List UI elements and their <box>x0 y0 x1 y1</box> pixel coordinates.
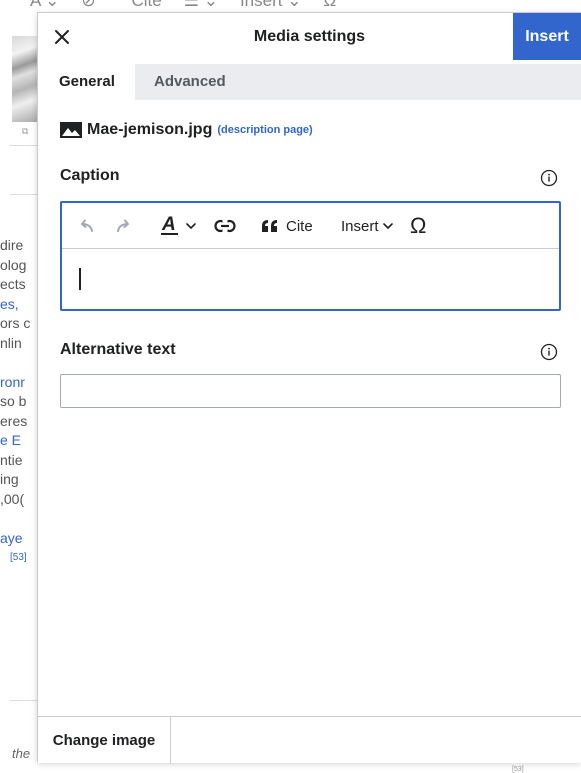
article-text-line <box>0 353 40 373</box>
text-style-button[interactable]: A <box>160 203 197 249</box>
chevron-down-icon <box>382 223 393 230</box>
divider <box>10 145 40 146</box>
article-text-line[interactable]: es, <box>0 295 40 315</box>
background-editor-toolbar: A ⌄ ⊘ ❝ Cite ☰ ⌄ Insert ⌄ Ω <box>0 0 581 12</box>
image-icon <box>60 122 82 138</box>
article-text-fragment: the <box>12 746 31 761</box>
caption-input[interactable] <box>62 250 559 309</box>
close-icon <box>55 30 69 44</box>
caption-editor: A Cite Insert Ω <box>60 201 561 311</box>
article-text-line: olog <box>0 256 27 273</box>
close-button[interactable] <box>48 23 76 51</box>
tab-bar: General Advanced <box>43 64 581 100</box>
background-toolbar-item: Ω <box>323 0 337 10</box>
tab-general[interactable]: General <box>43 64 135 100</box>
article-text-line[interactable]: e E <box>0 431 40 451</box>
link-button[interactable] <box>214 203 236 249</box>
special-character-button[interactable]: Ω <box>410 203 426 249</box>
article-text-line <box>0 509 40 529</box>
background-toolbar-item: ⊘ <box>81 0 96 10</box>
article-text-line[interactable]: ronr <box>0 373 40 393</box>
caption-label: Caption <box>60 167 120 184</box>
omega-icon: Ω <box>410 213 427 238</box>
alt-text-label: Alternative text <box>60 341 176 358</box>
article-text-fragment: dire olog ects es, ors c nlin ronr so b eres e En… <box>0 236 40 568</box>
dialog-footer: Change image <box>38 716 581 764</box>
article-text-line: eres <box>0 412 28 429</box>
svg-text:A: A <box>161 215 176 235</box>
article-text-line: ects <box>0 276 26 292</box>
link-icon <box>214 219 236 233</box>
undo-button[interactable] <box>76 203 96 249</box>
file-info: Mae-jemison.jpg (description page) <box>60 121 313 139</box>
file-name: Mae-jemison.jpg <box>87 121 213 138</box>
tab-advanced[interactable]: Advanced <box>138 64 242 100</box>
undo-icon <box>81 219 93 232</box>
insert-menu-button[interactable]: Insert <box>341 203 394 249</box>
article-image-thumbnail[interactable] <box>12 36 38 122</box>
cite-button[interactable]: Cite <box>261 203 313 249</box>
text-style-icon: A <box>161 215 178 235</box>
article-text-line: dire <box>0 237 24 253</box>
text-cursor <box>79 268 81 290</box>
dialog-title: Media settings <box>253 28 366 45</box>
background-toolbar-item: ☰ ⌄ <box>183 0 218 10</box>
background-toolbar-item: A ⌄ <box>30 0 60 10</box>
enlarge-icon[interactable]: ⧉ <box>22 126 28 137</box>
chevron-down-icon <box>186 223 196 230</box>
article-text-line[interactable]: aye <box>0 529 40 549</box>
article-text-line: ,00( <box>0 490 25 507</box>
alt-text-input[interactable] <box>60 374 561 408</box>
divider <box>10 194 40 195</box>
insert-menu-label: Insert <box>341 217 379 235</box>
article-text-line: ors c <box>0 315 31 331</box>
redo-button[interactable] <box>114 203 134 249</box>
caption-toolbar: A Cite Insert Ω <box>62 203 559 249</box>
cite-label: Cite <box>286 217 313 235</box>
dialog-header: Media settings Insert <box>38 13 581 63</box>
redo-icon <box>117 219 129 232</box>
quote-icon <box>262 220 277 232</box>
insert-button[interactable]: Insert <box>513 13 581 60</box>
article-text-line: ing <box>0 471 19 487</box>
media-settings-dialog: Media settings Insert General Advanced M… <box>37 12 581 764</box>
info-icon[interactable] <box>540 343 558 361</box>
article-text-line: so b <box>0 393 27 409</box>
article-text-line: ntie <box>0 451 23 468</box>
change-image-button[interactable]: Change image <box>38 717 171 764</box>
info-icon[interactable] <box>540 169 558 187</box>
reference-marker: [53] <box>512 766 524 773</box>
divider <box>10 700 40 701</box>
article-text-line: nlin <box>0 334 22 351</box>
background-toolbar-item: ❝ Cite <box>117 0 162 10</box>
description-page-link[interactable]: (description page) <box>217 124 312 136</box>
background-toolbar-item: Insert ⌄ <box>239 0 302 10</box>
article-text-line: [53] <box>10 552 27 563</box>
